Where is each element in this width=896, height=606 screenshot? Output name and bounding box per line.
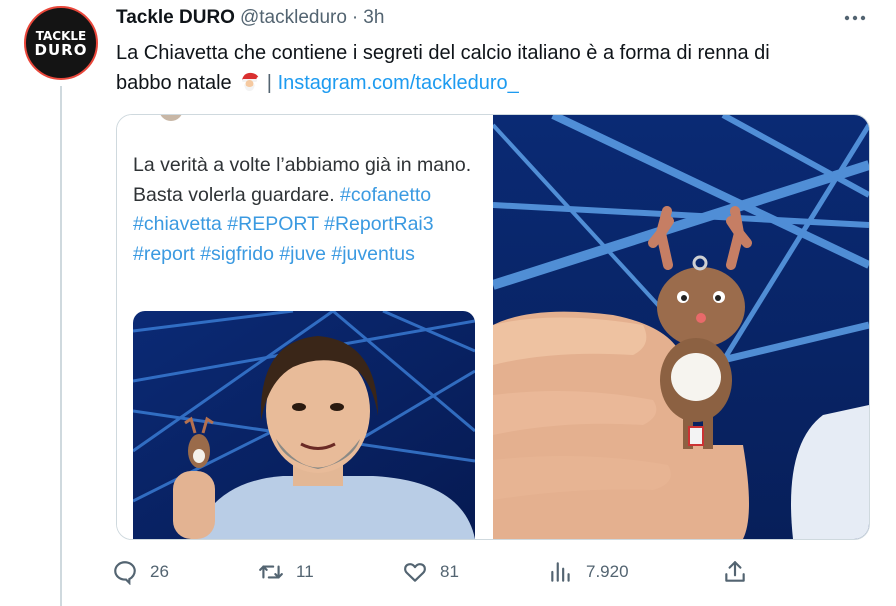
- tweet-timestamp[interactable]: 3h: [363, 7, 384, 29]
- tweet-text: La Chiavetta che contiene i segreti del …: [116, 38, 876, 98]
- heart-icon: [404, 563, 426, 582]
- avatar[interactable]: TACKLE DURO: [24, 6, 98, 80]
- views-chart-icon: [551, 562, 570, 582]
- reply-icon: [114, 561, 136, 585]
- retweet-icon: [259, 565, 283, 579]
- more-options-button[interactable]: [840, 6, 870, 30]
- quoted-tweet-text: La verità a volte l’abbiamo già in mano.…: [133, 151, 473, 269]
- reply-button[interactable]: 26: [112, 554, 169, 590]
- reply-count: 26: [150, 562, 169, 581]
- views-count: 7.920: [586, 562, 629, 581]
- text-separator: |: [266, 72, 272, 94]
- media-photo-reindeer-usb[interactable]: [493, 115, 869, 539]
- tweet-text-line2: babbo natale | Instagram.com/tackleduro_: [116, 68, 876, 98]
- like-count: 81: [440, 562, 459, 581]
- media-screenshot-left[interactable]: La verità a volte l’abbiamo già in mano.…: [117, 115, 491, 539]
- views-button[interactable]: 7.920: [548, 554, 629, 590]
- inner-photo-man-holding-reindeer: [133, 311, 475, 539]
- like-button[interactable]: 81: [402, 554, 459, 590]
- more-horizontal-icon: [844, 15, 866, 21]
- santa-claus-emoji-icon: [242, 72, 261, 91]
- tweet-actions: 26 11 81 7.920: [112, 554, 872, 590]
- author-display-name[interactable]: Tackle DURO: [116, 7, 235, 29]
- tweet-text-line1: La Chiavetta che contiene i segreti del …: [116, 42, 770, 64]
- avatar-logo-line2: DURO: [34, 41, 88, 59]
- tweet-text-line2-start: babbo natale: [116, 72, 232, 94]
- tweet-media[interactable]: La verità a volte l’abbiamo già in mano.…: [116, 114, 870, 540]
- retweet-count: 11: [296, 562, 314, 581]
- header-separator: ·: [351, 7, 359, 28]
- tweet-header: Tackle DURO @tackleduro · 3h: [116, 6, 384, 30]
- share-button[interactable]: [722, 554, 760, 590]
- thread-line: [60, 86, 62, 606]
- retweet-button[interactable]: 11: [258, 554, 314, 590]
- instagram-link[interactable]: Instagram.com/tackleduro_: [278, 72, 519, 94]
- share-icon: [725, 561, 745, 582]
- author-handle[interactable]: @tackleduro: [240, 7, 347, 29]
- cropped-quoted-header: [160, 115, 182, 121]
